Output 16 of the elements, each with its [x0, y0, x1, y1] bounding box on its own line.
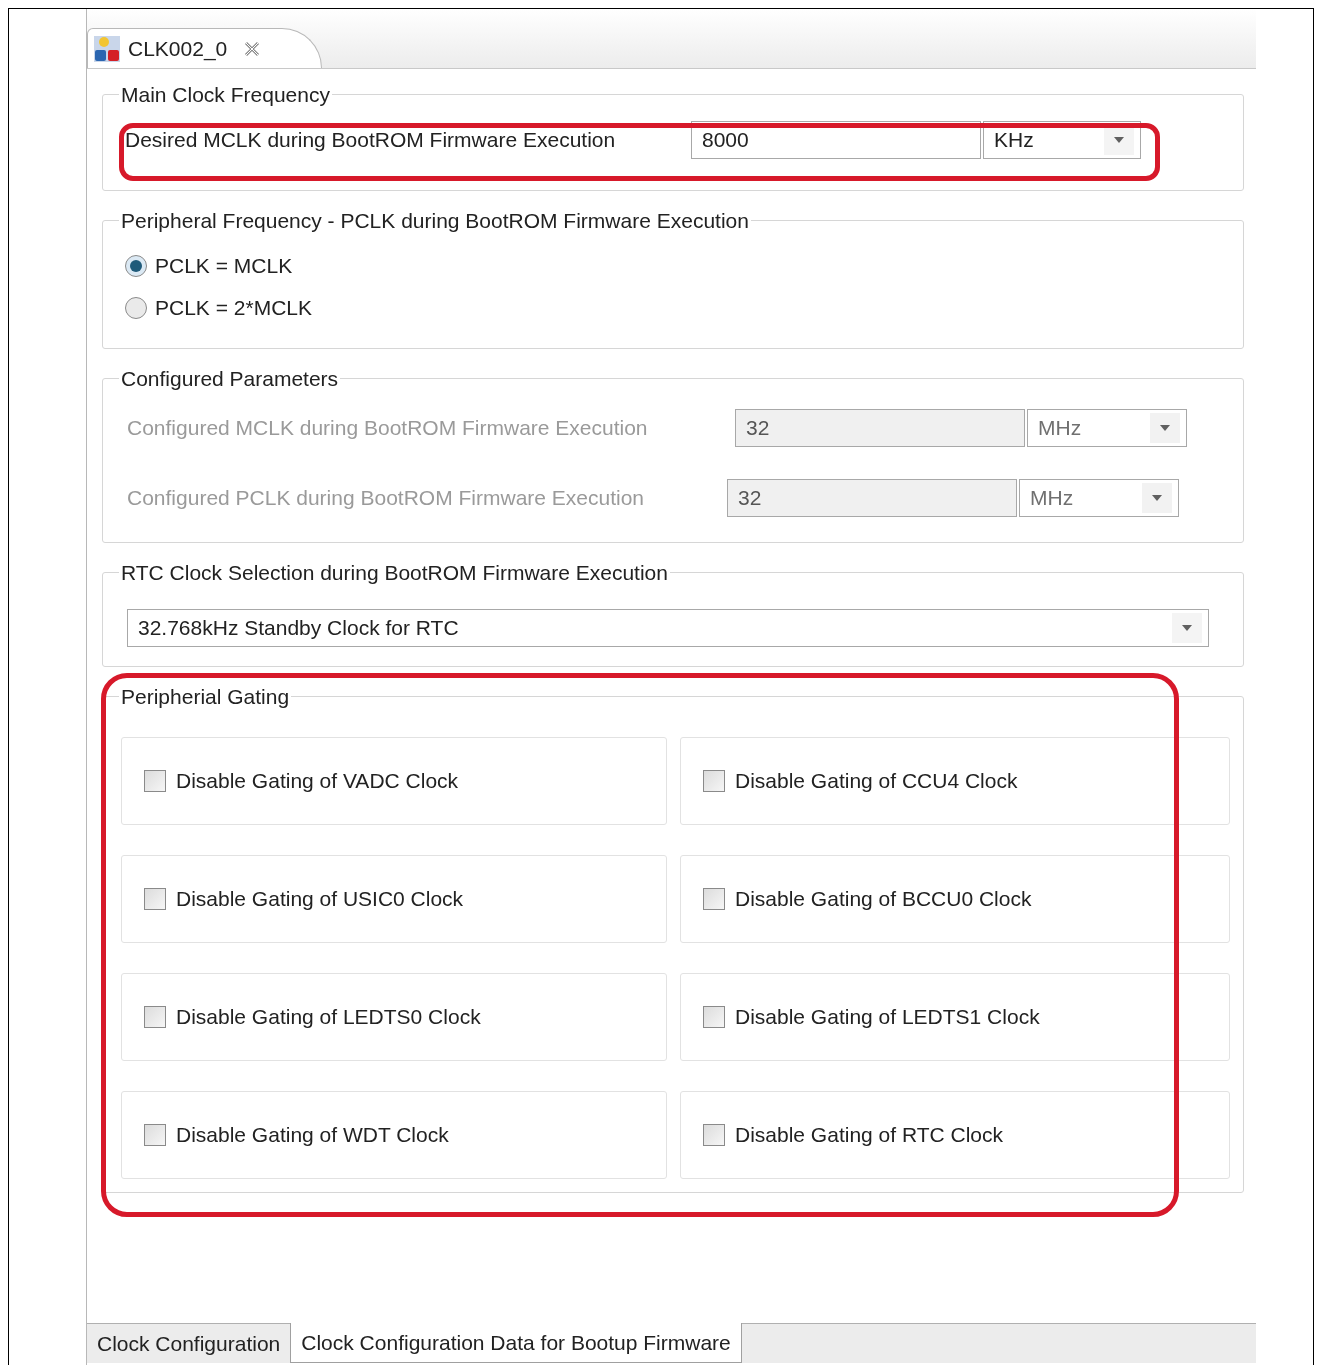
dropdown[interactable]: 32.768kHz Standby Clock for RTC — [127, 608, 1209, 647]
group-title: Configured Parameters — [120, 366, 340, 392]
field-label: Desired MCLK during BootROM Firmware Execution — [125, 126, 617, 153]
field-label: Configured PCLK during BootROM Firmware Execution — [127, 484, 646, 511]
tab-label: CLK002_0 — [128, 35, 228, 63]
radio-option[interactable]: PCLK = 2*MCLK — [125, 292, 312, 323]
group-title: RTC Clock Selection during BootROM Firmware Execution — [120, 560, 669, 586]
bottom-tab[interactable]: Clock Configuration Data for Bootup Firmware — [290, 1323, 742, 1363]
field-label: Configured MCLK during BootROM Firmware Execution — [127, 414, 649, 441]
close-icon[interactable] — [243, 39, 262, 58]
component-icon — [94, 35, 120, 62]
editor-tab[interactable]: CLK002_0 — [87, 28, 323, 68]
radio-option[interactable]: PCLK = MCLK — [125, 250, 293, 281]
group-title: Peripherial Gating — [120, 684, 291, 710]
group-title: Peripheral Frequency - PCLK during BootROM Firmware Execution — [120, 208, 750, 234]
group-title: Main Clock Frequency — [120, 82, 331, 108]
